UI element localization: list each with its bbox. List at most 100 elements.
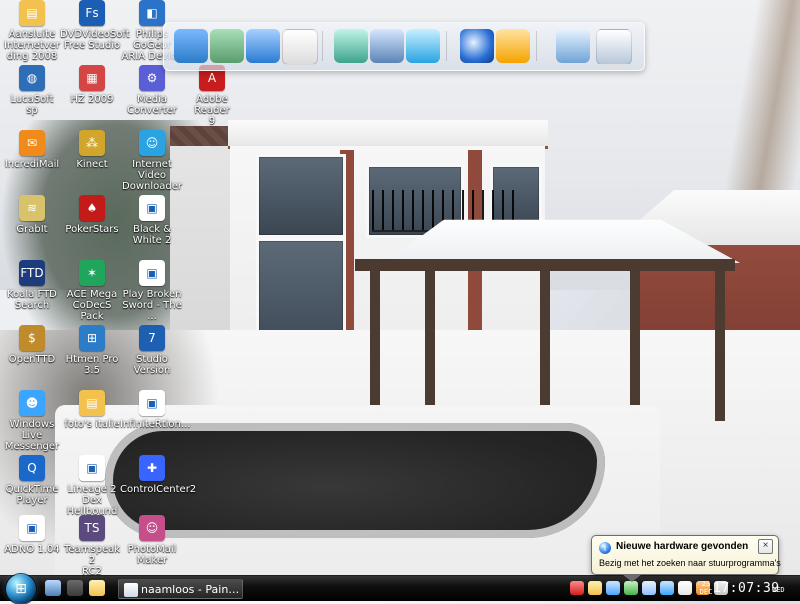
notification-message: Bezig met het zoeken naar stuurprogramma… <box>599 558 781 568</box>
grab-icon[interactable] <box>89 580 105 596</box>
devices-icon[interactable] <box>556 29 590 63</box>
ati-icon[interactable] <box>570 581 584 595</box>
messenger-tray-icon[interactable] <box>660 581 674 595</box>
cloud-icon[interactable] <box>642 581 656 595</box>
desktop-icon-label: QuickTime Player <box>5 484 59 506</box>
folder-icon: ▤ <box>79 390 105 416</box>
desktop-icon-label: GrabIt <box>16 224 48 235</box>
desktop-icon-label: Internet Video Downloader <box>122 159 182 192</box>
desktop-icon-label: HZ 2009 <box>70 94 114 105</box>
taskbar-clock[interactable]: 23 DEC 17:07:39 WED <box>698 579 785 599</box>
fs-icon: Fs <box>79 0 105 26</box>
desktop-icon-media-converter[interactable]: ⚙ Media Converter <box>120 65 184 116</box>
calendar-icon: ▦ <box>79 65 105 91</box>
desktop-icon-label: InfiniteRtion... <box>120 419 191 430</box>
window-icon: ▣ <box>139 260 165 286</box>
desktop-icon-grabit[interactable]: ≋ GrabIt <box>0 195 64 235</box>
desktop-icon-dvdvideosoft[interactable]: Fs DVDVideoSoft Free Studio <box>60 0 130 51</box>
desktop-icon-label: Studio Version <box>133 354 171 376</box>
desktop-icon-label: OpenTTD <box>8 354 56 365</box>
desktop-icon-htmen-pro[interactable]: ⊞ Htmen Pro 3.5 <box>60 325 124 376</box>
desktop-icon-adobe-reader[interactable]: A Adobe Reader 9 <box>180 65 244 127</box>
security-icon[interactable] <box>624 581 638 595</box>
desktop-icon-label: ADNO 1.04 <box>4 544 60 555</box>
taskbar-window-button[interactable]: naamloos - PaintReag... <box>118 579 243 599</box>
info-icon: i <box>599 542 611 554</box>
notification-balloon: i Nieuwe hardware gevonden × Bezig met h… <box>591 535 781 582</box>
desktop-icon-label: Play Broken Sword - The ... <box>122 289 182 322</box>
desktop-icon-photomail-maker[interactable]: ☺ PhotoMail Maker <box>120 515 184 566</box>
desktop-icon-label: Kinect <box>76 159 108 170</box>
internet-explorer-icon[interactable] <box>460 29 494 63</box>
desktop-icon-koala-ftd-search[interactable]: FTD Koala FTD Search <box>0 260 64 311</box>
desktop-icon-infinite[interactable]: ▣ InfiniteRtion... <box>120 390 191 430</box>
bone-icon: ≋ <box>19 195 45 221</box>
desktop-icon-label: DVDVideoSoft Free Studio <box>60 29 130 51</box>
media-center-icon[interactable] <box>496 29 530 63</box>
desktop-icon-windows-live-messenger[interactable]: ☻ Windows Live Messenger <box>0 390 64 452</box>
computer-icon[interactable] <box>174 29 208 63</box>
desktop-icon-black-white-2[interactable]: ▣ Black & White 2 <box>120 195 184 246</box>
window-icon: ▣ <box>139 390 165 416</box>
people-icon: ☺ <box>139 130 165 156</box>
desktop-icon-controlcenter2[interactable]: ✚ ControlCenter2 <box>120 455 197 495</box>
messenger-icon: ☻ <box>19 390 45 416</box>
photo-icon: ☺ <box>139 515 165 541</box>
quick-launch-separator <box>446 31 447 61</box>
gear-icon: ⚙ <box>139 65 165 91</box>
paint-window-icon <box>124 583 138 597</box>
desktop-icon-incredimail[interactable]: ✉ IncrediMail <box>0 130 64 170</box>
seven-icon: 7 <box>139 325 165 351</box>
desktop-icon-label: LucaSoft sp <box>10 94 54 116</box>
desktop-icon-studio-version[interactable]: 7 Studio Version <box>120 325 184 376</box>
windows-flag-icon: ⊞ <box>79 325 105 351</box>
desktop-icon-label: ACE Mega CoDecS Pack <box>66 289 118 322</box>
desktop-icon-lucasoft[interactable]: ◍ LucaSoft sp <box>0 65 64 116</box>
desktop-icon-label: Adobe Reader 9 <box>194 94 230 127</box>
folder-icon: ▤ <box>19 0 45 26</box>
desktop-icon-label: ControlCenter2 <box>120 484 197 495</box>
recycle-bin-icon[interactable] <box>596 29 632 65</box>
network-tray-icon[interactable] <box>606 581 620 595</box>
desktop-icon-label: Windows Live Messenger <box>4 419 60 452</box>
switch-windows-icon[interactable] <box>67 580 83 596</box>
notification-title: Nieuwe hardware gevonden <box>616 541 749 552</box>
shield-icon[interactable] <box>588 581 602 595</box>
desktop-icon-lineage-2[interactable]: ▣ Lineage 2 Dex Hellbound <box>60 455 124 517</box>
desktop-icon-pokerstars[interactable]: ♠ PokerStars <box>60 195 124 235</box>
network-icon[interactable] <box>334 29 368 63</box>
media-player-icon[interactable] <box>406 29 440 63</box>
close-button[interactable]: × <box>758 539 773 554</box>
spade-icon: ♠ <box>79 195 105 221</box>
windows-logo-icon: ⊞ <box>15 581 27 597</box>
desktop-icon-fotos-italie[interactable]: ▤ foto's italie <box>60 390 124 430</box>
desktop-icon-aansluite[interactable]: ▤ Aansluite Internetver ding 2008 <box>0 0 64 62</box>
desktop-icon-label: PokerStars <box>65 224 119 235</box>
desktop-icon-ace-mega-codecs[interactable]: ✶ ACE Mega CoDecS Pack <box>60 260 124 322</box>
desktop-icon-internet-video-downloader[interactable]: ☺ Internet Video Downloader <box>120 130 184 192</box>
sound-icon[interactable] <box>678 581 692 595</box>
desktop-icon-adno[interactable]: ▣ ADNO 1.04 <box>0 515 64 555</box>
controlcenter-icon: ✚ <box>139 455 165 481</box>
desktop-icon-play-broken-sword[interactable]: ▣ Play Broken Sword - The ... <box>120 260 184 322</box>
desktop-icon-openttd[interactable]: $ OpenTTD <box>0 325 64 365</box>
burn-icon[interactable] <box>246 29 280 63</box>
desktop-icon-quicktime[interactable]: Q QuickTime Player <box>0 455 64 506</box>
mail-icon: ✉ <box>19 130 45 156</box>
desktop-icon-kinect[interactable]: ⁂ Kinect <box>60 130 124 170</box>
taskbar: ⊞ naamloos - PaintReag... 23 DEC 17:07:3… <box>0 574 800 604</box>
desktop-icon-teamspeak-2[interactable]: TS Teamspeak 2 RC2 <box>60 515 124 577</box>
show-desktop-icon[interactable] <box>45 580 61 596</box>
desktop-icon-label: Black & White 2 <box>132 224 172 246</box>
settings-window-icon[interactable] <box>282 29 318 65</box>
document-icon[interactable] <box>370 29 404 63</box>
desktop-icon-label: Media Converter <box>127 94 177 116</box>
taskbar-window-title: naamloos - PaintReag... <box>141 583 242 596</box>
desktop-icon-label: foto's italie <box>64 419 120 430</box>
desktop-icon-label: IncrediMail <box>4 159 60 170</box>
window-icon: ▣ <box>19 515 45 541</box>
desktop-icon-hz-2009[interactable]: ▦ HZ 2009 <box>60 65 124 105</box>
tools-icon[interactable] <box>210 29 244 63</box>
dots-icon: ✶ <box>79 260 105 286</box>
desktop-icons: ▤ Aansluite Internetver ding 2008 Fs DVD… <box>0 0 800 577</box>
